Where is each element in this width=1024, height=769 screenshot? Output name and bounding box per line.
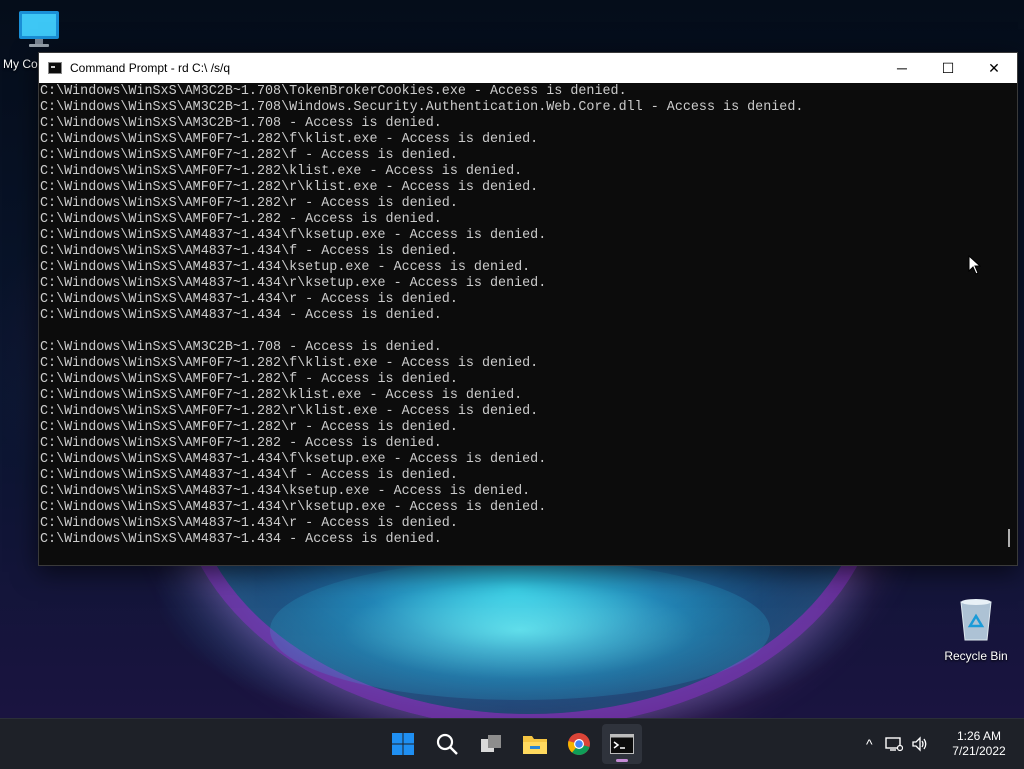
console-line: C:\Windows\WinSxS\AMF0F7~1.282\f\klist.e… — [40, 132, 539, 147]
task-view-icon — [481, 735, 501, 752]
maximize-button[interactable]: ☐ — [925, 53, 971, 83]
command-prompt-icon — [610, 734, 634, 754]
console-line: C:\Windows\WinSxS\AM4837~1.434\r - Acces… — [40, 516, 458, 531]
console-line: C:\Windows\WinSxS\AMF0F7~1.282\r - Acces… — [40, 196, 458, 211]
command-prompt-icon — [48, 62, 62, 74]
start-button[interactable] — [383, 724, 423, 764]
console-line: C:\Windows\WinSxS\AM4837~1.434\f - Acces… — [40, 244, 458, 259]
mouse-cursor-icon — [968, 255, 982, 275]
scrollbar-thumb[interactable] — [1008, 529, 1010, 547]
desktop-icon-recycle-bin[interactable]: Recycle Bin — [940, 596, 1012, 663]
search-button[interactable] — [427, 724, 467, 764]
console-line: C:\Windows\WinSxS\AMF0F7~1.282\r\klist.e… — [40, 404, 539, 419]
console-line: C:\Windows\WinSxS\AM3C2B~1.708 - Access … — [40, 116, 442, 131]
console-line: C:\Windows\WinSxS\AMF0F7~1.282 - Access … — [40, 436, 442, 451]
system-tray: ^ — [866, 719, 929, 769]
console-line: C:\Windows\WinSxS\AMF0F7~1.282\klist.exe… — [40, 164, 523, 179]
console-line: C:\Windows\WinSxS\AM4837~1.434\ksetup.ex… — [40, 484, 531, 499]
monitor-icon — [19, 11, 59, 47]
console-output[interactable]: C:\Windows\WinSxS\AM3C2B~1.708\TokenBrok… — [39, 83, 1001, 565]
file-explorer-icon — [523, 736, 547, 754]
close-button[interactable]: ✕ — [971, 53, 1017, 83]
console-line: C:\Windows\WinSxS\AMF0F7~1.282\r - Acces… — [40, 420, 458, 435]
active-app-indicator — [616, 759, 628, 762]
console-line: C:\Windows\WinSxS\AMF0F7~1.282\f\klist.e… — [40, 356, 539, 371]
console-line: C:\Windows\WinSxS\AM4837~1.434\ksetup.ex… — [40, 260, 531, 275]
windows-start-icon — [392, 733, 414, 755]
desktop-icon-label: Recycle Bin — [944, 649, 1008, 663]
console-line: C:\Windows\WinSxS\AMF0F7~1.282\f - Acces… — [40, 372, 458, 387]
search-icon — [436, 733, 458, 755]
show-hidden-icons-button[interactable]: ^ — [866, 736, 873, 752]
minimize-button[interactable]: ─ — [879, 53, 925, 83]
window-title: Command Prompt - rd C:\ /s/q — [70, 61, 231, 75]
clock-date: 7/21/2022 — [952, 744, 1006, 758]
console-line: C:\Windows\WinSxS\AM3C2B~1.708\Windows.S… — [40, 100, 804, 115]
network-icon[interactable] — [884, 736, 903, 752]
chrome-button[interactable] — [559, 724, 599, 764]
file-explorer-button[interactable] — [515, 724, 555, 764]
window-titlebar[interactable]: Command Prompt - rd C:\ /s/q ─ ☐ ✕ — [39, 53, 1017, 83]
clock-time: 1:26 AM — [956, 729, 1002, 743]
command-prompt-window[interactable]: Command Prompt - rd C:\ /s/q ─ ☐ ✕ C:\Wi… — [38, 52, 1018, 566]
console-line: C:\Windows\WinSxS\AM3C2B~1.708 - Access … — [40, 340, 442, 355]
console-line: C:\Windows\WinSxS\AM4837~1.434\f\ksetup.… — [40, 228, 547, 243]
console-line: C:\Windows\WinSxS\AM4837~1.434\f - Acces… — [40, 468, 458, 483]
recycle-bin-icon — [960, 599, 992, 641]
chrome-icon — [568, 733, 590, 755]
task-view-button[interactable] — [471, 724, 511, 764]
volume-icon[interactable] — [911, 736, 929, 752]
console-line: C:\Windows\WinSxS\AM4837~1.434\f\ksetup.… — [40, 452, 547, 467]
console-scrollbar[interactable] — [1001, 83, 1017, 565]
taskbar: ^ 1:26 AM 7/21/2022 — [0, 718, 1024, 769]
console-line: C:\Windows\WinSxS\AMF0F7~1.282\r\klist.e… — [40, 180, 539, 195]
taskbar-clock[interactable]: 1:26 AM 7/21/2022 — [945, 729, 1013, 759]
console-line: C:\Windows\WinSxS\AMF0F7~1.282\klist.exe… — [40, 388, 523, 403]
command-prompt-taskbar-button[interactable] — [602, 724, 642, 764]
console-line: C:\Windows\WinSxS\AMF0F7~1.282 - Access … — [40, 212, 442, 227]
console-line: C:\Windows\WinSxS\AMF0F7~1.282\f - Acces… — [40, 148, 458, 163]
console-line: C:\Windows\WinSxS\AM4837~1.434 - Access … — [40, 532, 442, 547]
console-line: C:\Windows\WinSxS\AM4837~1.434 - Access … — [40, 308, 442, 323]
wallpaper-glow — [270, 560, 770, 700]
console-line: C:\Windows\WinSxS\AM4837~1.434\r - Acces… — [40, 292, 458, 307]
console-line: C:\Windows\WinSxS\AM4837~1.434\r\ksetup.… — [40, 276, 547, 291]
console-line: C:\Windows\WinSxS\AM4837~1.434\r\ksetup.… — [40, 500, 547, 515]
console-line: C:\Windows\WinSxS\AM3C2B~1.708\TokenBrok… — [40, 84, 627, 99]
